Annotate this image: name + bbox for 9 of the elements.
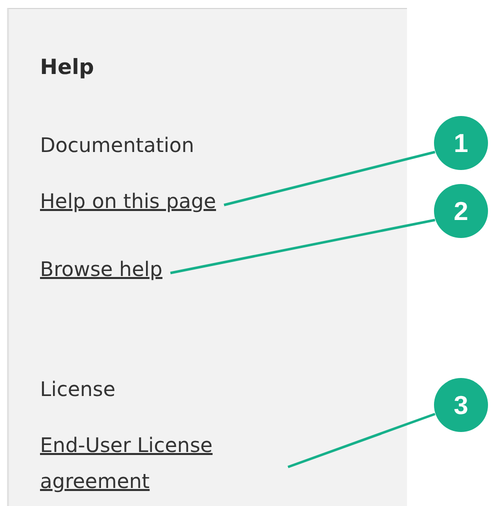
help-link[interactable]: End-User License agreement [40,427,280,499]
help-link[interactable]: Browse help [40,251,162,287]
section-heading: Documentation [40,133,194,157]
callout-badge: 1 [434,116,488,170]
callout-badge: 2 [434,184,488,238]
panel-title: Help [40,55,96,79]
callout-badge: 3 [434,378,488,432]
help-link[interactable]: Help on this page [40,183,216,219]
section-heading: License [40,377,116,401]
